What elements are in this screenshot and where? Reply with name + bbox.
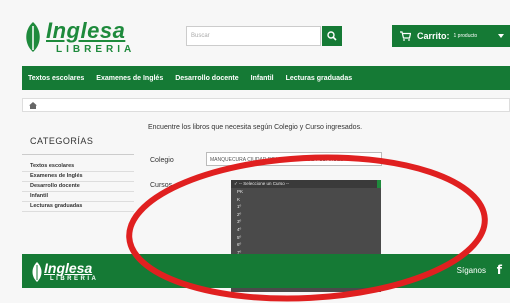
main-nav: Textos escolares Examenes de Inglés Desa… bbox=[22, 66, 510, 90]
search-input[interactable]: Buscar bbox=[186, 26, 321, 46]
nav-item-lecturas-graduadas[interactable]: Lecturas graduadas bbox=[286, 75, 353, 82]
footer: Inglesa LIBRERIA Síganos f bbox=[22, 254, 510, 288]
cursos-option[interactable]: 3º bbox=[231, 218, 381, 226]
colegio-field[interactable]: MANQUECURA CIUDAD DE LOS VALLES DE PUDAH… bbox=[206, 152, 382, 166]
sidebar-item-examenes[interactable]: Examenes de Inglés bbox=[22, 172, 134, 182]
colegio-label: Colegio bbox=[150, 157, 174, 164]
follow-label: Síganos bbox=[456, 266, 486, 275]
facebook-icon[interactable]: f bbox=[497, 263, 502, 277]
cursos-selected-option[interactable]: ✓ -- Seleccione un Curso -- bbox=[231, 180, 381, 188]
sidebar-item-lecturas-graduadas[interactable]: Lecturas graduadas bbox=[22, 202, 134, 212]
search-icon bbox=[327, 31, 337, 41]
divider bbox=[22, 154, 134, 155]
sidebar-item-infantil[interactable]: Infantil bbox=[22, 192, 134, 202]
leaf-icon bbox=[26, 22, 40, 52]
cart-icon bbox=[400, 31, 411, 41]
cursos-option[interactable]: K bbox=[231, 196, 381, 204]
sidebar-item-desarrollo-docente[interactable]: Desarrollo docente bbox=[22, 182, 134, 192]
cursos-option[interactable]: 5º bbox=[231, 234, 381, 242]
footer-logo-word: Inglesa bbox=[44, 260, 93, 276]
sidebar-title: CATEGORÍAS bbox=[30, 136, 94, 146]
nav-item-infantil[interactable]: Infantil bbox=[251, 75, 274, 82]
cart-button[interactable]: Carrito: 1 producto bbox=[392, 25, 510, 47]
sidebar-categories: Textos escolares Examenes de Inglés Desa… bbox=[22, 162, 134, 212]
nav-item-desarrollo-docente[interactable]: Desarrollo docente bbox=[175, 75, 238, 82]
cursos-label: Cursos bbox=[150, 182, 173, 189]
nav-item-examenes[interactable]: Examenes de Inglés bbox=[96, 75, 163, 82]
cursos-option[interactable]: 4º bbox=[231, 226, 381, 234]
footer-logo[interactable]: Inglesa LIBRERIA bbox=[30, 260, 110, 286]
footer-logo-subtitle: LIBRERIA bbox=[50, 276, 99, 282]
cart-label: Carrito: bbox=[417, 31, 450, 41]
nav-item-textos-escolares[interactable]: Textos escolares bbox=[28, 75, 84, 82]
cursos-selected-label: -- Seleccione un Curso -- bbox=[239, 181, 290, 186]
search-button[interactable] bbox=[322, 26, 342, 46]
logo-word: Inglesa bbox=[46, 18, 126, 43]
cursos-option[interactable]: 2º bbox=[231, 211, 381, 219]
cursos-option[interactable]: 1º bbox=[231, 203, 381, 211]
cursos-option[interactable]: 6º bbox=[231, 241, 381, 249]
leaf-icon bbox=[32, 262, 42, 282]
intro-text: Encuentre los libros que necesita según … bbox=[148, 124, 363, 131]
cursos-option[interactable]: PK bbox=[231, 188, 381, 196]
site-logo[interactable]: Inglesa LIBRERIA bbox=[22, 18, 152, 62]
breadcrumb bbox=[22, 98, 510, 112]
scrollbar[interactable] bbox=[377, 180, 381, 188]
cart-count: 1 producto bbox=[453, 33, 478, 39]
sidebar-item-textos-escolares[interactable]: Textos escolares bbox=[22, 162, 134, 172]
chevron-down-icon bbox=[498, 34, 504, 38]
page: Inglesa LIBRERIA Buscar Carrito: 1 produ… bbox=[0, 0, 510, 303]
home-icon[interactable] bbox=[27, 101, 39, 110]
logo-subtitle: LIBRERIA bbox=[56, 44, 136, 55]
